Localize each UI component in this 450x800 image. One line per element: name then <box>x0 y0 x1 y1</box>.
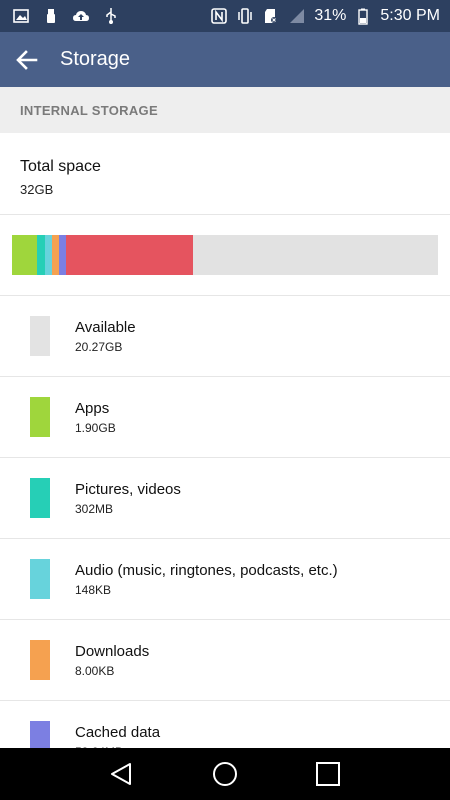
list-item[interactable]: Pictures, videos 302MB <box>0 458 450 539</box>
system-icons: 31% 5:30 PM <box>210 7 450 25</box>
list-item-label: Downloads <box>75 643 150 660</box>
list-item[interactable]: Available 20.27GB <box>0 296 450 377</box>
back-button[interactable] <box>0 32 54 87</box>
list-item-value: 1.90GB <box>75 421 116 435</box>
storage-bar-segment-pictures-videos <box>37 235 46 275</box>
list-item-label: Audio (music, ringtones, podcasts, etc.) <box>75 562 338 579</box>
color-swatch <box>30 316 50 356</box>
list-item-label: Pictures, videos <box>75 481 181 498</box>
list-item[interactable]: Downloads 8.00KB <box>0 620 450 701</box>
list-item[interactable]: Apps 1.90GB <box>0 377 450 458</box>
color-swatch <box>30 397 50 437</box>
arrow-back-icon <box>16 49 38 70</box>
list-item-value: 20.27GB <box>75 340 123 354</box>
battery-icon <box>354 7 372 25</box>
nav-home-icon <box>212 762 237 786</box>
nav-recents-button[interactable] <box>308 754 348 794</box>
nav-home-button[interactable] <box>205 754 245 794</box>
storage-bar-segment-audio <box>45 235 53 275</box>
storage-bar-segment-downloads <box>52 235 59 275</box>
sd-card-icon <box>262 7 280 25</box>
list-item-value: 8.00KB <box>75 664 115 678</box>
list-item-label: Cached data <box>75 724 161 741</box>
list-item-value: 302MB <box>75 502 114 516</box>
nfc-icon <box>210 7 228 25</box>
battery-percent: 31% <box>314 7 347 24</box>
total-space-label: Total space <box>20 158 101 175</box>
navigation-bar <box>0 748 450 800</box>
list-item-value: 148KB <box>75 583 112 597</box>
notification-icons <box>0 7 120 25</box>
list-item-label: Apps <box>75 400 110 417</box>
storage-bar-segment-cached-data <box>58 235 66 275</box>
image-icon <box>12 7 30 25</box>
storage-bar-segment-other <box>65 235 194 275</box>
signal-icon <box>288 7 306 25</box>
nav-back-icon <box>110 763 131 785</box>
nav-back-button[interactable] <box>102 754 142 794</box>
storage-usage-bar <box>12 235 438 275</box>
app-bar: Storage <box>0 32 450 87</box>
status-bar: 31% 5:30 PM <box>0 0 450 32</box>
clock: 5:30 PM <box>380 7 440 24</box>
cloud-upload-icon <box>72 7 90 25</box>
color-swatch <box>30 478 50 518</box>
list-item[interactable]: Audio (music, ringtones, podcasts, etc.)… <box>0 539 450 620</box>
list-item-label: Available <box>75 319 136 336</box>
page-title: Storage <box>60 48 131 70</box>
nav-recents-icon <box>316 762 341 786</box>
color-swatch <box>30 640 50 680</box>
storage-bar-segment-apps <box>12 235 38 275</box>
total-space-value: 32GB <box>20 182 54 197</box>
usb-icon <box>42 7 60 25</box>
usb-debug-icon <box>102 7 120 25</box>
color-swatch <box>30 559 50 599</box>
total-space-row: Total space 32GB <box>0 133 450 215</box>
storage-category-list: Available 20.27GB Apps 1.90GB Pictures, vide… <box>0 296 450 782</box>
section-header-internal-storage: INTERNAL STORAGE <box>0 87 450 133</box>
vibrate-icon <box>236 7 254 25</box>
storage-bar-row <box>0 215 450 296</box>
